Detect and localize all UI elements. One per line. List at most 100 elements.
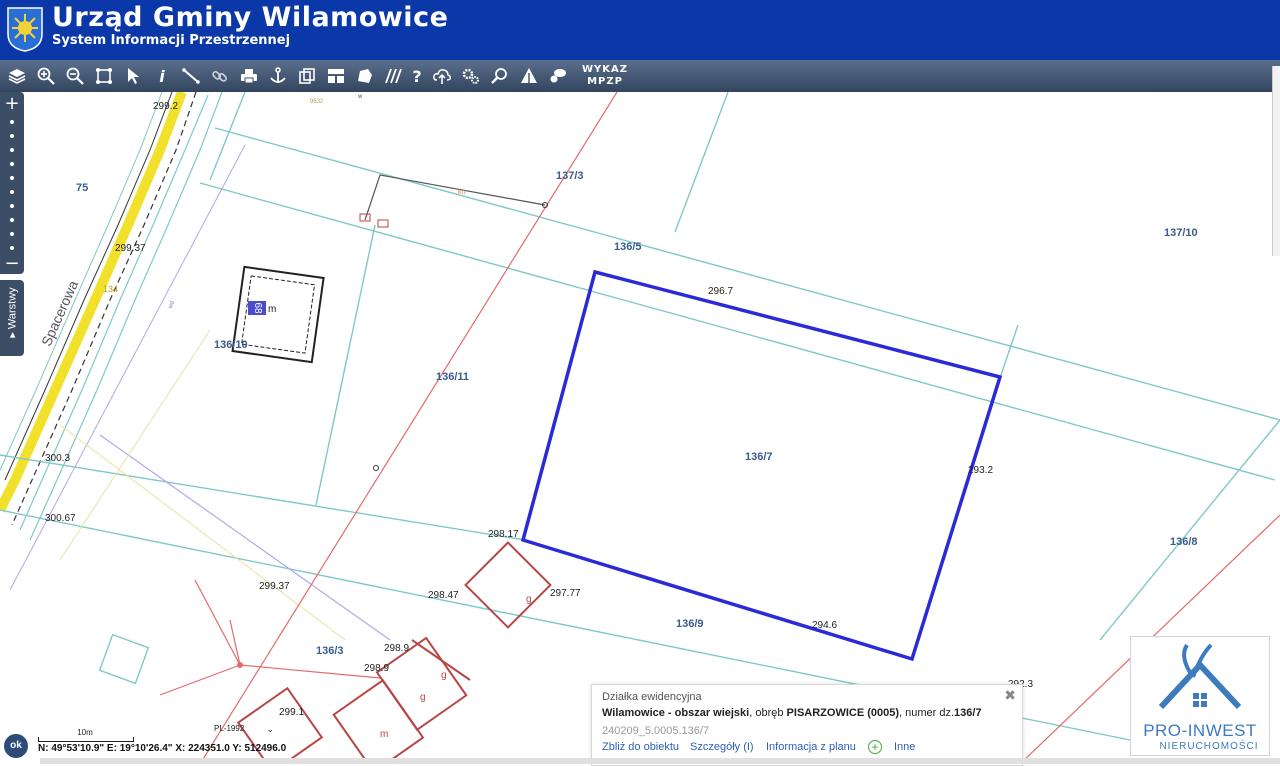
zoom-out-button[interactable]: − [0,254,24,274]
obreb-name: PISARZOWICE (0005) [786,707,900,719]
info-panel-title: Działka ewidencyjna [602,691,702,703]
map-canvas[interactable]: kn Spacerowa 75 137/3 136/5 137/10 136/1… [0,92,1280,764]
zoom-in-button[interactable]: + [0,94,24,114]
outbuilding-label: g [420,692,426,703]
zoom-level-dot[interactable] [10,134,14,138]
elevation-label: 299.2 [153,101,179,112]
parcel-label: 136/3 [316,645,344,657]
zoom-extent-icon[interactable] [92,64,116,88]
elevation-label: 299.1 [279,707,305,718]
utility-label: 9632 [310,99,324,105]
bottom-scrollbar[interactable] [40,758,1280,764]
warning-icon[interactable] [517,64,541,88]
parcel-label: 136/9 [676,618,704,630]
zoom-out-icon[interactable] [63,64,87,88]
parcel-label: 136/10 [214,339,248,351]
map-vector-layer: kn [0,92,1280,764]
zoom-level-dot[interactable] [10,218,14,222]
wykaz-label: WYKAZ [581,64,628,75]
layers-icon[interactable] [5,64,29,88]
company-logo: PRO-INWEST NIERUCHOMOŚCI [1130,636,1270,756]
copy-icon[interactable] [295,64,319,88]
parcel-number: 136/7 [954,707,982,719]
building-type: m [268,304,277,315]
chevron-down-icon: ⌄ [266,724,274,734]
zoom-level-dot[interactable] [10,120,14,124]
obreb-text: , obręb [749,707,787,719]
scale-line [38,737,134,742]
zoom-control: + − [0,92,24,274]
details-link[interactable]: Szczegóły (I) [690,741,754,753]
more-link[interactable]: Inne [894,741,915,753]
settings-icon[interactable] [459,64,483,88]
hatch-icon[interactable] [382,64,406,88]
parcel-label: 136/5 [614,241,642,253]
zoom-level-dot[interactable] [10,148,14,152]
zoom-level-dot[interactable] [10,190,14,194]
logo-name: PRO-INWEST [1143,721,1257,740]
projection-value: PL-1992 [214,724,245,733]
outbuilding-label: g [526,594,532,605]
app-header: Urząd Gminy Wilamowice System Informacji… [0,0,1280,60]
building-number: 68 [248,301,266,315]
parcel-label: 137/3 [556,170,584,182]
elevation-label: 293.2 [968,465,994,476]
house-logo-icon [1158,643,1242,710]
mpzp-label: MPZP [587,76,623,87]
search-icon[interactable] [488,64,512,88]
select-arrow-icon[interactable] [121,64,145,88]
place-name: Wilamowice - obszar wiejski [602,707,750,719]
elevation-label: 297.77 [550,588,581,599]
zoom-level-dot[interactable] [10,162,14,166]
parcel-label: 136/8 [1170,536,1198,548]
selected-parcel-label: 136/7 [745,451,773,463]
elevation-label: 298.47 [428,590,459,601]
scrollbar[interactable] [1272,66,1280,256]
zoom-to-object-link[interactable]: Zbliż do obiektu [602,741,679,753]
elevation-label: 296.7 [708,286,734,297]
anchor-icon[interactable] [266,64,290,88]
numer-text: , numer dz. [899,707,955,719]
elevation-label: 298.9 [364,663,390,674]
layers-panel-toggle[interactable]: ▸ Warstwy [0,280,24,356]
close-icon[interactable]: ✖ [1004,687,1016,704]
parcel-label: 136/11 [436,371,470,383]
comment-icon[interactable] [546,64,570,88]
cloud-upload-icon[interactable] [430,64,454,88]
elevation-label: 300.67 [45,513,76,524]
info-icon[interactable]: i [150,64,174,88]
coordinate-readout: N: 49°53'10.9" E: 19°10'26.4" X: 224351.… [38,743,287,754]
plan-info-link[interactable]: Informacja z planu [766,741,856,753]
zoom-level-dot[interactable] [10,232,14,236]
projection-select[interactable]: PL-1992 ⌄ [214,724,288,738]
link-icon[interactable] [208,64,232,88]
scale-label: 10m [77,728,93,737]
utility-label: 134 [103,284,119,294]
elevation-label: 300.3 [45,453,71,464]
outbuilding-label: g [441,670,447,681]
zoom-level-dot[interactable] [10,176,14,180]
add-icon[interactable]: + [868,740,882,754]
parcel-identifier: 240209_5.0005.136/7 [602,725,710,737]
svg-text:kn: kn [458,189,466,196]
app-subtitle: System Informacji Przestrzennej [52,33,291,48]
zoom-level-dot[interactable] [10,204,14,208]
help-icon[interactable]: ? [405,64,429,88]
measure-icon[interactable] [179,64,203,88]
outbuilding-label: m [380,729,389,740]
app-title: Urząd Gminy Wilamowice [52,2,449,33]
elevation-label: 294.6 [812,620,838,631]
logo-subtitle: NIERUCHOMOŚCI [1151,741,1267,752]
wykaz-mpzp-button[interactable]: WYKAZ MPZP [580,64,630,88]
toolbar: i ? [0,60,1280,92]
elevation-label: 298.17 [488,529,519,540]
zoom-in-icon[interactable] [34,64,58,88]
elevation-label: 299.37 [259,581,290,592]
utility-label: w [358,94,363,100]
zoom-level-dot[interactable] [10,246,14,250]
ok-button[interactable]: ok [4,734,28,758]
grid-layout-icon[interactable] [324,64,348,88]
parcel-label: 75 [76,182,89,194]
shape-icon[interactable] [353,64,377,88]
print-icon[interactable] [237,64,261,88]
